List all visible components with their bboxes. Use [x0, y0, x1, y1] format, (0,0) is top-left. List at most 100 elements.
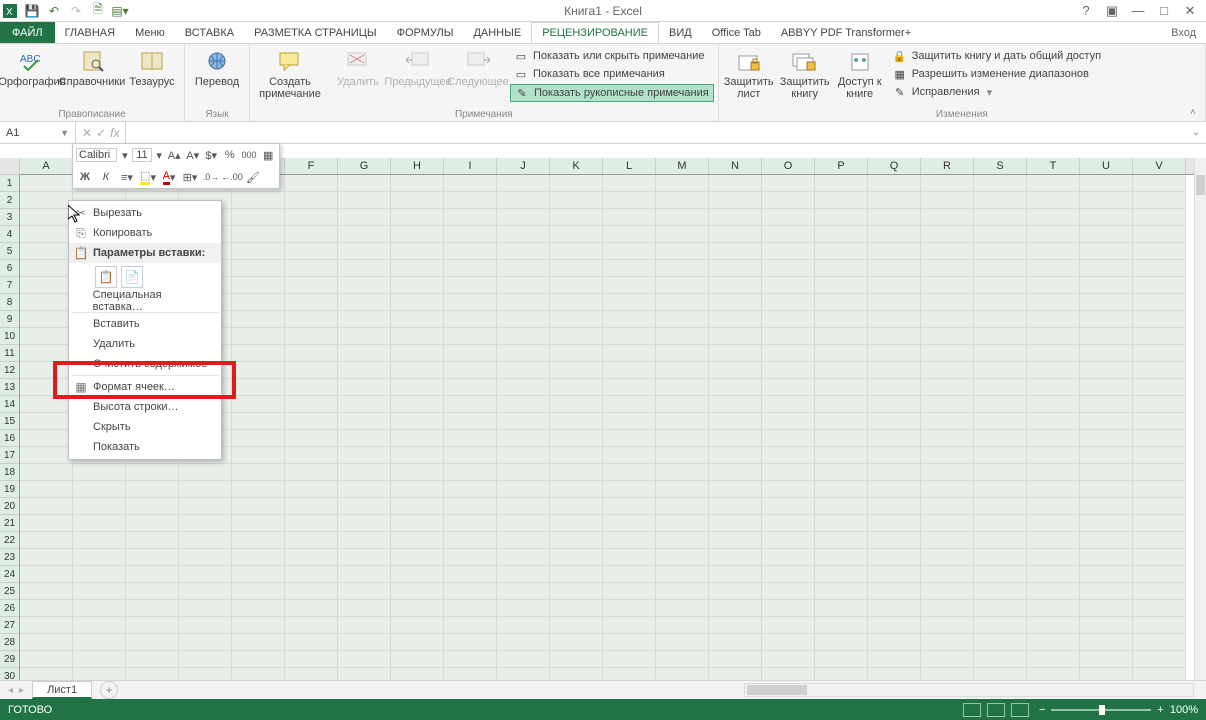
cell[interactable]	[232, 430, 285, 447]
cell[interactable]	[338, 532, 391, 549]
cell[interactable]	[815, 549, 868, 566]
cell[interactable]	[709, 413, 762, 430]
cell[interactable]	[232, 413, 285, 430]
cell[interactable]	[550, 600, 603, 617]
cell[interactable]	[656, 362, 709, 379]
cell[interactable]	[179, 481, 232, 498]
cell[interactable]	[709, 566, 762, 583]
cell[interactable]	[815, 617, 868, 634]
cell[interactable]	[338, 209, 391, 226]
cell[interactable]	[1133, 600, 1186, 617]
cell[interactable]	[550, 464, 603, 481]
cell[interactable]	[709, 328, 762, 345]
cell[interactable]	[762, 600, 815, 617]
cell[interactable]	[815, 498, 868, 515]
cell[interactable]	[20, 328, 73, 345]
show-hide-comment-button[interactable]: ▭Показать или скрыть примечание	[510, 48, 714, 64]
cell[interactable]	[762, 362, 815, 379]
cell[interactable]	[20, 549, 73, 566]
cell[interactable]	[232, 345, 285, 362]
cell[interactable]	[73, 583, 126, 600]
cell[interactable]	[232, 277, 285, 294]
cell[interactable]	[762, 583, 815, 600]
cell[interactable]	[868, 192, 921, 209]
cell[interactable]	[974, 277, 1027, 294]
allow-ranges-button[interactable]: ▦Разрешить изменение диапазонов	[889, 66, 1105, 82]
cell[interactable]	[762, 651, 815, 668]
cell[interactable]	[656, 277, 709, 294]
cell[interactable]	[179, 549, 232, 566]
cell[interactable]	[603, 464, 656, 481]
cell[interactable]	[20, 243, 73, 260]
cell[interactable]	[232, 549, 285, 566]
cell[interactable]	[868, 311, 921, 328]
row-header[interactable]: 23	[0, 549, 19, 566]
cell[interactable]	[285, 192, 338, 209]
cell[interactable]	[285, 617, 338, 634]
paste-option-values[interactable]: 📄	[121, 266, 143, 288]
cell[interactable]	[815, 515, 868, 532]
row-header[interactable]: 17	[0, 447, 19, 464]
row-header[interactable]: 9	[0, 311, 19, 328]
cell[interactable]	[868, 634, 921, 651]
cell[interactable]	[815, 328, 868, 345]
cell[interactable]	[921, 498, 974, 515]
cell[interactable]	[815, 668, 868, 680]
cell[interactable]	[762, 192, 815, 209]
cell[interactable]	[1027, 209, 1080, 226]
cell[interactable]	[656, 566, 709, 583]
cell[interactable]	[232, 226, 285, 243]
cell[interactable]	[285, 430, 338, 447]
tab-abbyy[interactable]: ABBYY PDF Transformer+	[771, 22, 921, 43]
column-header[interactable]: K	[550, 158, 603, 174]
cell[interactable]	[550, 532, 603, 549]
cell[interactable]	[126, 668, 179, 680]
chevron-down-icon[interactable]: ▾	[120, 146, 129, 164]
cell[interactable]	[338, 311, 391, 328]
cell[interactable]	[285, 600, 338, 617]
cell[interactable]	[815, 566, 868, 583]
cell[interactable]	[338, 668, 391, 680]
cell[interactable]	[656, 294, 709, 311]
cell[interactable]	[868, 277, 921, 294]
cell[interactable]	[603, 226, 656, 243]
cell[interactable]	[815, 209, 868, 226]
cell[interactable]	[656, 617, 709, 634]
accounting-format-icon[interactable]: $▾	[203, 146, 219, 164]
cell[interactable]	[921, 243, 974, 260]
cell[interactable]	[868, 447, 921, 464]
cell[interactable]	[285, 311, 338, 328]
cell[interactable]	[497, 430, 550, 447]
cell[interactable]	[444, 464, 497, 481]
cell[interactable]	[444, 396, 497, 413]
cell[interactable]	[20, 379, 73, 396]
cell[interactable]	[1133, 345, 1186, 362]
cell[interactable]	[20, 651, 73, 668]
cell[interactable]	[1133, 209, 1186, 226]
column-header[interactable]: A	[20, 158, 73, 174]
row-header[interactable]: 11	[0, 345, 19, 362]
cell[interactable]	[497, 515, 550, 532]
cell[interactable]	[974, 209, 1027, 226]
row-header[interactable]: 27	[0, 617, 19, 634]
cell[interactable]	[921, 209, 974, 226]
cell[interactable]	[709, 634, 762, 651]
cell[interactable]	[974, 226, 1027, 243]
cell[interactable]	[921, 515, 974, 532]
cell[interactable]	[391, 175, 444, 192]
cell[interactable]	[285, 175, 338, 192]
cell[interactable]	[550, 379, 603, 396]
cell[interactable]	[285, 498, 338, 515]
cell[interactable]	[1133, 362, 1186, 379]
add-sheet-button[interactable]: +	[100, 681, 118, 699]
cell[interactable]	[391, 617, 444, 634]
row-header[interactable]: 29	[0, 651, 19, 668]
cell[interactable]	[815, 175, 868, 192]
cell[interactable]	[603, 209, 656, 226]
sheet-tab[interactable]: Лист1	[32, 681, 92, 699]
cell[interactable]	[762, 430, 815, 447]
cell[interactable]	[338, 192, 391, 209]
cell[interactable]	[709, 617, 762, 634]
cell[interactable]	[232, 243, 285, 260]
cell[interactable]	[709, 481, 762, 498]
